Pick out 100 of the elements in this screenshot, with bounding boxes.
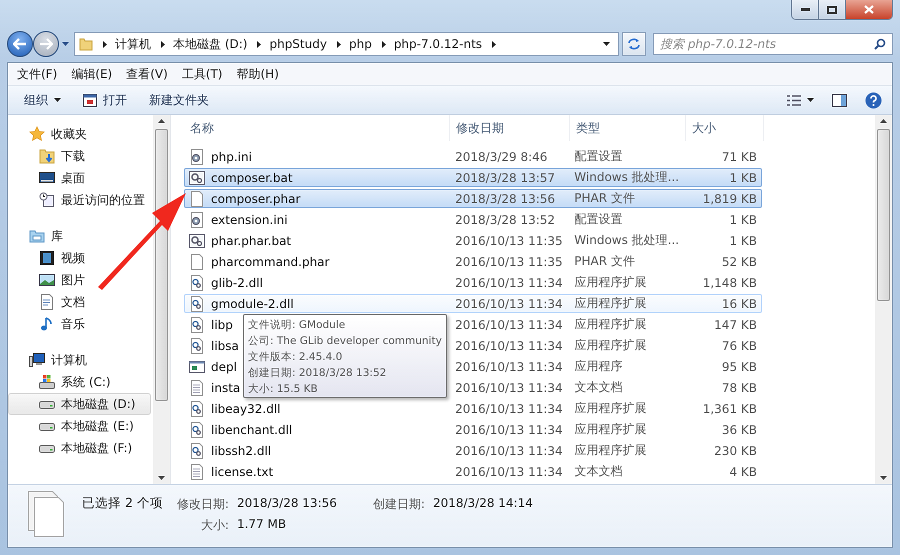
refresh-arrows-icon	[627, 38, 641, 50]
file-row[interactable]: composer.bat 2018/3/28 13:57 Windows 批处理... 1 KB	[184, 168, 762, 187]
maximize-button[interactable]	[819, 0, 846, 19]
column-header[interactable]: 类型	[570, 115, 686, 141]
date-cell-text: 2016/10/13 11:34	[454, 380, 564, 394]
detail-value: 1.77 MB	[236, 517, 288, 533]
nav-item[interactable]: 文档	[8, 291, 151, 313]
chevron-right-icon[interactable]	[161, 40, 165, 48]
file-name: composer.phar	[211, 192, 300, 206]
nav-item[interactable]: 本地磁盘 (F:)	[8, 437, 151, 459]
monitor-icon	[39, 170, 55, 186]
nav-item[interactable]: 桌面	[8, 167, 151, 189]
address-bar[interactable]: 计算机 本地磁盘 (D:) phpStudy php php-7.0.12-nts	[74, 32, 619, 56]
close-button[interactable]	[846, 0, 892, 19]
search-field[interactable]: 搜索 php-7.0.12-nts	[653, 33, 893, 55]
size-cell-text: 1 KB	[728, 212, 758, 226]
menu-item[interactable]: 文件(F)	[10, 66, 64, 82]
type-cell-text: Windows 批处理...	[573, 232, 680, 249]
organize-button[interactable]: 组织	[18, 88, 67, 112]
file-name: gmodule-2.dll	[211, 296, 294, 310]
forward-button[interactable]	[33, 31, 59, 57]
menu-item[interactable]: 帮助(H)	[230, 66, 286, 82]
size-cell-text: 1,361 KB	[702, 402, 758, 416]
tooltip-line: 创建日期: 2018/3/28 13:52	[248, 366, 388, 381]
chevron-right-icon[interactable]	[382, 40, 386, 48]
type-cell-text: 文本文档	[573, 463, 624, 480]
type-cell-text: 文本文档	[573, 379, 624, 396]
file-name: license.txt	[211, 464, 274, 478]
blank-file-icon	[189, 254, 205, 270]
nav-item[interactable]: 图片	[8, 269, 151, 291]
nav-group-item[interactable]: 库	[8, 225, 151, 247]
nav-item-label: 本地磁盘 (F:)	[61, 440, 132, 456]
nav-item[interactable]: 最近访问的位置	[8, 189, 151, 211]
open-button[interactable]: 打开	[77, 88, 133, 112]
window-icon	[83, 94, 97, 106]
new-folder-button[interactable]: 新建文件夹	[143, 88, 215, 112]
file-row[interactable]: gmodule-2.dll 2016/10/13 11:34 应用程序扩展 16 KB	[184, 294, 762, 313]
file-name: pharcommand.phar	[211, 254, 330, 268]
app-window-icon	[189, 358, 205, 374]
date-cell-text: 2016/10/13 11:34	[454, 444, 564, 458]
scroll-up-icon[interactable]	[880, 119, 887, 123]
type-cell-text: 配置设置	[573, 211, 624, 228]
size-cell-text: 4 KB	[728, 464, 758, 478]
size-cell-text: 147 KB	[713, 318, 758, 332]
text-file-icon	[189, 464, 205, 480]
scroll-up-icon[interactable]	[158, 119, 165, 123]
file-row[interactable]: composer.phar 2018/3/28 13:56 PHAR 文件 1,819 KB	[184, 189, 762, 208]
breadcrumb-item[interactable]: php	[348, 37, 372, 51]
nav-group-item[interactable]: 收藏夹	[8, 123, 151, 145]
back-button[interactable]	[7, 31, 33, 57]
date-cell-text: 2016/10/13 11:34	[454, 318, 564, 332]
tooltip-line: 文件版本: 2.45.4.0	[248, 350, 344, 365]
chevron-right-icon[interactable]	[103, 40, 107, 48]
nav-item[interactable]: 本地磁盘 (D:)	[8, 393, 151, 415]
tooltip-line: 文件说明: GModule	[248, 318, 346, 333]
type-cell-text: 应用程序扩展	[573, 274, 648, 291]
detail-label: 创建日期:	[372, 496, 425, 513]
scrollbar[interactable]	[875, 115, 892, 484]
chevron-right-icon[interactable]	[257, 40, 262, 48]
type-cell-text: 应用程序扩展	[573, 442, 648, 459]
help-icon	[865, 92, 882, 108]
column-header[interactable]: 名称	[184, 115, 450, 141]
breadcrumb-item[interactable]: phpStudy	[269, 37, 327, 51]
size-cell-text: 1 KB	[728, 170, 758, 184]
menu-item[interactable]: 编辑(E)	[64, 66, 120, 82]
file-name: glib-2.dll	[211, 276, 263, 290]
size-cell-text: 95 KB	[720, 360, 758, 374]
menu-item[interactable]: 工具(T)	[174, 66, 230, 82]
nav-group-item[interactable]: 计算机	[8, 349, 151, 371]
breadcrumb-item[interactable]: 本地磁盘 (D:)	[173, 36, 248, 52]
left-arrow-icon	[13, 38, 27, 50]
file-name: composer.bat	[211, 170, 293, 184]
column-header[interactable]: 修改日期	[450, 115, 570, 141]
chevron-right-icon[interactable]	[336, 40, 341, 48]
nav-item[interactable]: 视频	[8, 247, 151, 269]
chevron-right-icon[interactable]	[492, 40, 496, 48]
caret-icon	[807, 98, 814, 102]
nav-item[interactable]: 系统 (C:)	[8, 371, 151, 393]
breadcrumb-item[interactable]: 计算机	[115, 36, 151, 52]
date-cell-text: 2016/10/13 11:34	[454, 464, 564, 478]
breadcrumb-item[interactable]: php-7.0.12-nts	[394, 37, 482, 51]
column-header[interactable]: 大小	[686, 115, 764, 141]
scroll-down-icon[interactable]	[158, 476, 165, 480]
gear-file-icon	[189, 338, 205, 354]
nav-item[interactable]: 本地磁盘 (E:)	[8, 415, 151, 437]
nav-item[interactable]: 音乐	[8, 313, 151, 335]
nav-item[interactable]: 下载	[8, 145, 151, 167]
scrollbar[interactable]	[153, 115, 170, 484]
refresh-button[interactable]	[622, 32, 646, 56]
type-cell-text: 应用程序	[573, 358, 624, 375]
minimize-button[interactable]	[792, 0, 819, 19]
scroll-down-icon[interactable]	[880, 476, 887, 480]
date-cell-text: 2016/10/13 11:34	[454, 276, 564, 290]
dropdown-caret-icon[interactable]	[603, 42, 610, 46]
caret-icon	[54, 98, 61, 102]
menu-item[interactable]: 查看(V)	[119, 66, 175, 82]
nav-group-label: 库	[51, 228, 63, 244]
detail-value: 2018/3/28 14:14	[432, 496, 533, 512]
nav-group-label: 收藏夹	[51, 126, 87, 142]
gear-file-icon	[189, 422, 205, 438]
